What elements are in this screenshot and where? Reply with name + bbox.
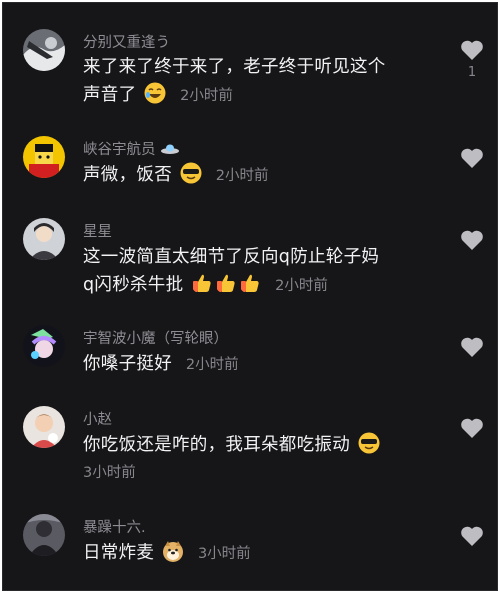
comment-text-line-wrap: 声音了 2小时前 bbox=[83, 81, 433, 110]
comment-text-line: 声微，饭否 bbox=[83, 165, 172, 185]
comment-text-line: q闪秒杀牛批 bbox=[83, 275, 184, 295]
avatar[interactable] bbox=[23, 29, 65, 71]
comment-text: 声微，饭否 2小时前 bbox=[83, 161, 433, 190]
comment-text: 你吃饭还是咋的，我耳朵都吃振动 3小时前 bbox=[83, 431, 433, 487]
heart-icon bbox=[461, 418, 483, 438]
avatar[interactable] bbox=[23, 406, 65, 448]
heart-icon bbox=[461, 337, 483, 357]
comment-time: 2小时前 bbox=[185, 357, 239, 373]
heart-icon bbox=[461, 148, 483, 168]
heart-icon bbox=[461, 526, 483, 546]
comment-username[interactable]: 星星 bbox=[83, 220, 112, 241]
comment-text-line: 声音了 bbox=[83, 85, 137, 105]
like-button[interactable] bbox=[459, 336, 485, 358]
comment-text-line-wrap: 你吃饭还是咋的，我耳朵都吃振动 bbox=[83, 431, 433, 459]
comment-time: 3小时前 bbox=[197, 546, 251, 562]
like-button[interactable] bbox=[459, 417, 485, 439]
comment-username[interactable]: 宇智波小魔（写轮眼） bbox=[83, 327, 228, 348]
avatar[interactable] bbox=[23, 218, 65, 260]
comment-text-line: 这一波简直太细节了反向q防止轮子妈 bbox=[83, 247, 380, 267]
comment-text-line: 你嗓子挺好 bbox=[83, 354, 172, 374]
cool-face-icon bbox=[358, 432, 380, 454]
comment-username[interactable]: 暴躁十六. bbox=[83, 516, 146, 537]
username-text: 峡谷宇航员 bbox=[83, 142, 156, 158]
laughing-face-icon bbox=[144, 82, 166, 104]
comment-text: 来了来了终于来了，老子终于听见这个 声音了 2小时前 bbox=[83, 53, 433, 110]
avatar[interactable] bbox=[23, 136, 65, 178]
comment-text-line: 日常炸麦 bbox=[83, 543, 155, 563]
comment-time: 2小时前 bbox=[275, 278, 328, 294]
cool-face-icon bbox=[180, 162, 202, 184]
comment-username[interactable]: 小赵 bbox=[83, 408, 112, 429]
comment-time: 2小时前 bbox=[180, 88, 233, 104]
comment-time: 2小时前 bbox=[215, 168, 269, 184]
comment-username[interactable]: 峡谷宇航员 bbox=[83, 138, 180, 159]
comment-time: 3小时前 bbox=[83, 465, 136, 481]
like-button[interactable] bbox=[459, 147, 485, 169]
like-count: 1 bbox=[467, 65, 477, 80]
comment-text: 你嗓子挺好 2小时前 bbox=[83, 350, 433, 379]
avatar[interactable] bbox=[23, 514, 65, 556]
comment-text: 日常炸麦 3小时前 bbox=[83, 539, 433, 568]
heart-icon bbox=[461, 230, 483, 250]
heart-icon bbox=[461, 40, 483, 60]
avatar[interactable] bbox=[23, 325, 65, 367]
like-button[interactable] bbox=[459, 229, 485, 251]
comment-text: 这一波简直太细节了反向q防止轮子妈 q闪秒杀牛批 2小时前 bbox=[83, 243, 433, 300]
comment-text-line: 来了来了终于来了，老子终于听见这个 bbox=[83, 57, 386, 77]
doge-icon bbox=[163, 541, 184, 562]
ufo-icon bbox=[161, 144, 180, 154]
thumbs-up-icon bbox=[193, 274, 211, 292]
like-button[interactable]: 1 bbox=[459, 39, 485, 80]
thumbs-up-icon bbox=[241, 274, 259, 292]
comment-list: 分别又重逢う 来了来了终于来了，老子终于听见这个 声音了 2小时前 1 峡谷宇航… bbox=[2, 2, 498, 591]
like-button[interactable] bbox=[459, 525, 485, 547]
comment-username[interactable]: 分别又重逢う bbox=[83, 31, 170, 52]
comment-text-line-wrap: q闪秒杀牛批 2小时前 bbox=[83, 271, 433, 300]
comment-text-line: 你吃饭还是咋的，我耳朵都吃振动 bbox=[83, 435, 350, 455]
thumbs-up-icon bbox=[217, 274, 235, 292]
